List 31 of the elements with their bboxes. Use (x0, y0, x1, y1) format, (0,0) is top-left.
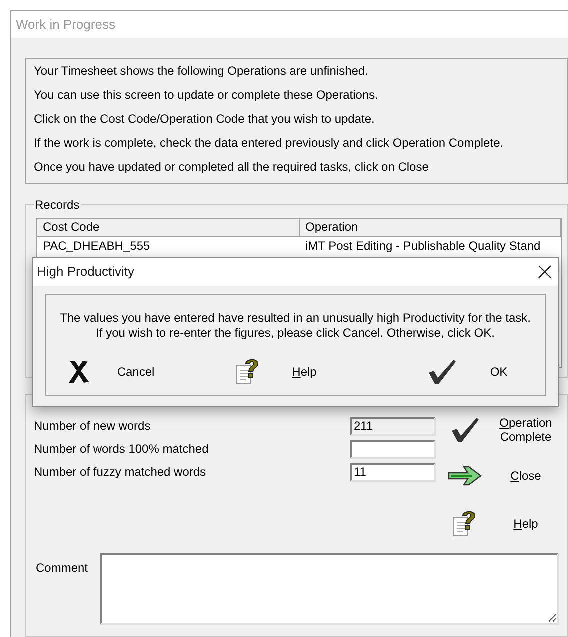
action-button[interactable]: Operation Complete (436, 406, 556, 453)
action-button[interactable]: Close (436, 452, 556, 499)
column-header[interactable]: Operation (300, 219, 561, 236)
dialog-button[interactable]: OK (399, 357, 529, 387)
dialog-button[interactable]: Cancel (62, 357, 192, 387)
instruction-text: Once you have updated or completed all the required tasks, click on Close (34, 159, 430, 176)
number-field[interactable]: 11 (350, 462, 436, 482)
dialog-message: The values you have entered have resulted in an unusually high Productivity for the task. If you wish to re-enter the figures, please click Cancel. Otherwise, click OK. (60, 311, 531, 341)
instruction-text: You can use this screen to update or complete these Operations. (34, 87, 380, 104)
table-cell-text: PAC_DHEABH_555 (42, 238, 152, 256)
number-field[interactable] (350, 440, 436, 459)
cross-icon (67, 359, 91, 385)
field-label: Number of new words (34, 418, 151, 436)
instruction-text: Click on the Cost Code/Operation Code that you wish to update. (34, 111, 376, 128)
dialog-title: High Productivity (37, 263, 135, 282)
help-icon (452, 508, 478, 539)
instruction-text: If the work is complete, check the data entered previously and click Operation Complete. (34, 135, 505, 152)
field-label: Number of fuzzy matched words (34, 464, 206, 482)
window-title: Work in Progress (16, 16, 116, 34)
comment-field[interactable] (100, 552, 559, 625)
dialog-button[interactable]: Help (230, 357, 360, 387)
close-icon[interactable] (538, 265, 552, 279)
arrow-icon (448, 464, 482, 487)
comment-label: Comment (36, 560, 88, 577)
check-icon (427, 359, 457, 385)
action-button[interactable]: Help (436, 498, 556, 549)
table-cell-text: iMT Post Editing - Publishable Quality Stand (304, 238, 542, 256)
help-icon (234, 357, 260, 387)
field-label: Number of words 100% matched (34, 441, 209, 458)
check-icon (450, 416, 480, 443)
instruction-text: Your Timesheet shows the following Operations are unfinished. (34, 63, 370, 80)
